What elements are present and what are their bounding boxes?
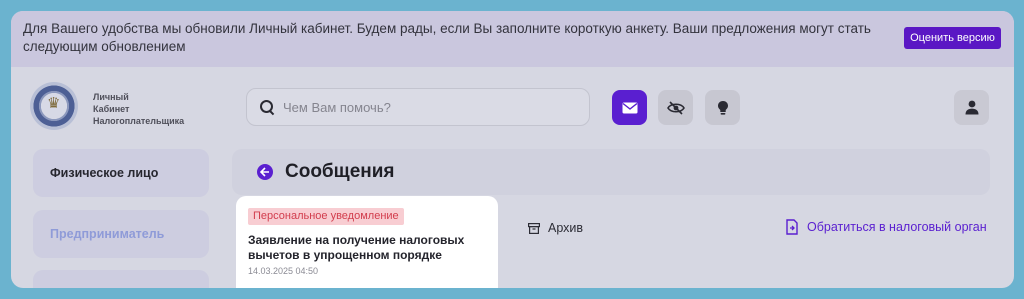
contact-tax-office-link[interactable]: Обратиться в налоговый орган (786, 219, 987, 235)
profile-button[interactable] (954, 90, 989, 125)
document-send-icon (786, 219, 799, 235)
message-date: 14.03.2025 04:50 (248, 266, 319, 276)
brand-line: Кабинет (93, 104, 130, 114)
sidebar-item-entrepreneur[interactable]: Предприниматель (33, 210, 209, 258)
message-card[interactable]: Персональное уведомление Заявление на по… (236, 196, 498, 288)
banner-text: Для Вашего удобства мы обновили Личный к… (23, 21, 871, 54)
search-input[interactable] (283, 99, 573, 115)
lightbulb-icon (717, 100, 729, 116)
page-header: Сообщения (232, 149, 990, 195)
search-icon (259, 99, 275, 115)
sidebar-item-more[interactable] (33, 270, 209, 288)
brand-title[interactable]: Личный Кабинет Налогоплательщика (93, 91, 184, 127)
brand-line: Налогоплательщика (93, 116, 185, 126)
user-icon (965, 100, 979, 115)
fns-logo[interactable]: ♛ (30, 82, 78, 130)
archive-icon (528, 222, 540, 234)
survey-banner: Для Вашего удобства мы обновили Личный к… (11, 11, 1014, 67)
search-box[interactable] (246, 88, 590, 126)
sidebar-item-individual[interactable]: Физическое лицо (33, 149, 209, 197)
contact-label: Обратиться в налоговый орган (807, 220, 987, 234)
page-title: Сообщения (285, 161, 395, 182)
ideas-button[interactable] (705, 90, 740, 125)
mail-icon (622, 102, 638, 114)
brand-line: Личный (93, 92, 129, 102)
back-arrow-icon[interactable] (257, 164, 273, 180)
visually-impaired-button[interactable] (658, 90, 693, 125)
rate-version-button[interactable]: Оценить версию (904, 27, 1001, 49)
message-title: Заявление на получение налоговых вычетов… (248, 233, 465, 262)
app-frame: Для Вашего удобства мы обновили Личный к… (11, 11, 1014, 288)
eagle-emblem-icon: ♛ (47, 95, 61, 112)
notification-type-badge: Персональное уведомление (248, 208, 404, 225)
archive-label: Архив (548, 221, 584, 235)
eye-off-icon (666, 100, 685, 115)
messages-button[interactable] (612, 90, 647, 125)
archive-link[interactable]: Архив (528, 221, 583, 235)
